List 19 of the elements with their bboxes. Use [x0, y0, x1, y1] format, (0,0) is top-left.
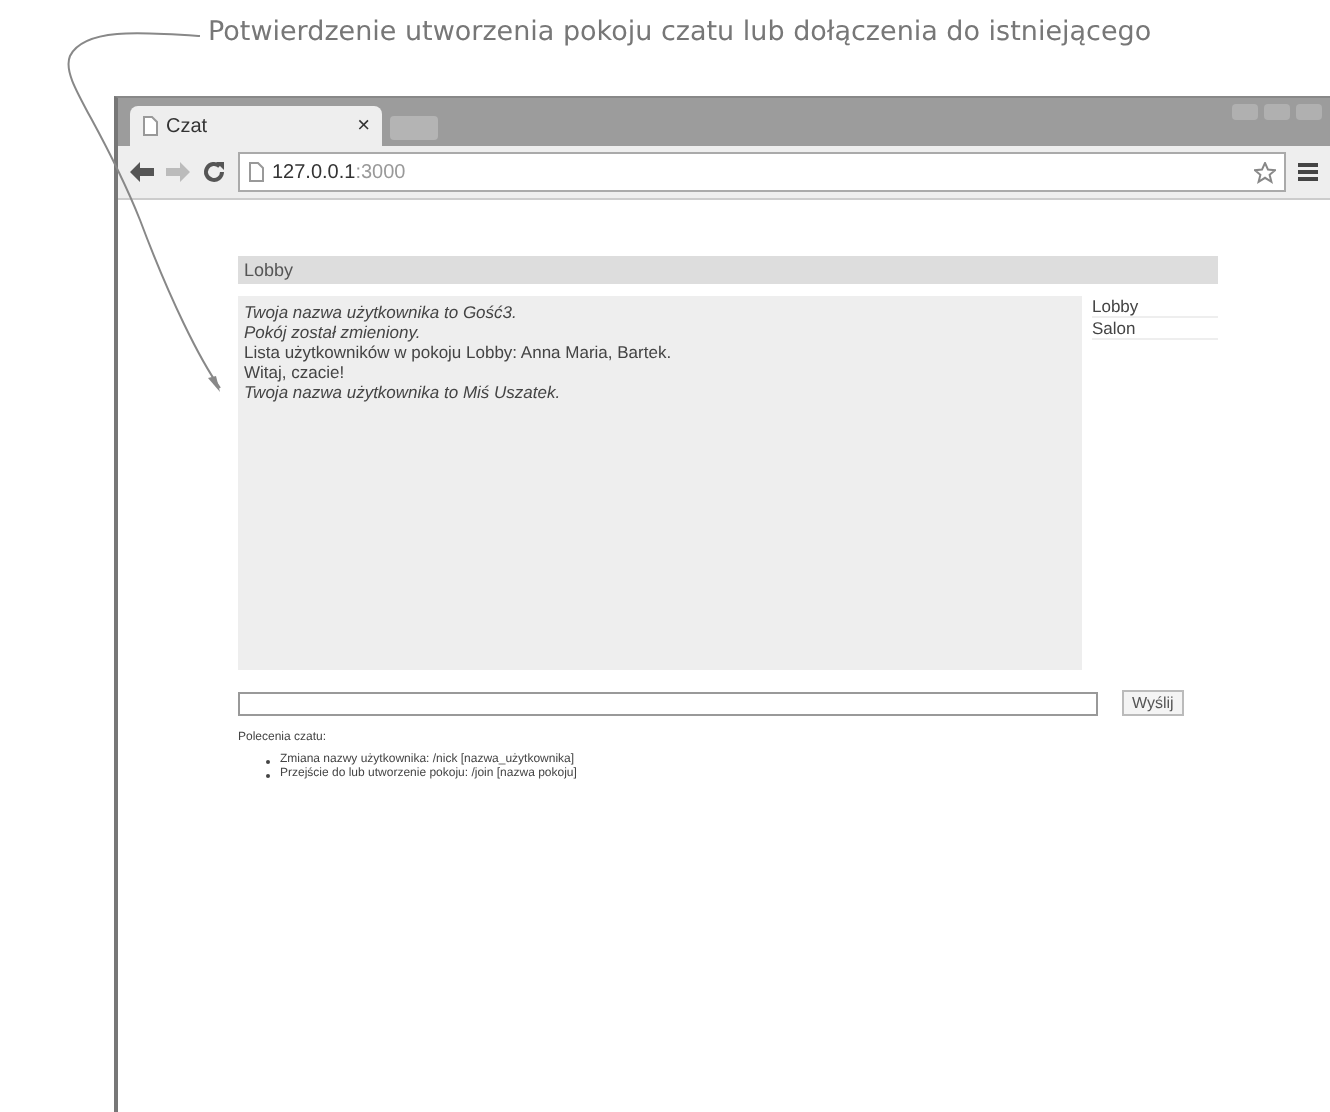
star-icon[interactable]: [1254, 161, 1276, 183]
chat-message: Witaj, czacie!: [244, 362, 347, 382]
reload-icon[interactable]: [202, 160, 226, 184]
browser-tab[interactable]: Czat ×: [130, 106, 382, 146]
room-header: Lobby: [238, 256, 1218, 284]
menu-icon[interactable]: [1298, 162, 1318, 182]
system-message: Twoja nazwa użytkownika to Gość3.: [244, 302, 519, 322]
chat-message: Lista użytkowników w pokoju Lobby: Anna Maria, Bartek.: [244, 342, 674, 362]
system-message: Pokój został zmieniony.: [244, 322, 423, 342]
page-icon: [248, 162, 264, 182]
back-icon[interactable]: [130, 162, 154, 182]
system-message: Twoja nazwa użytkownika to Miś Uszatek.: [244, 382, 563, 402]
annotation-text: Potwierdzenie utworzenia pokoju czatu lub dołączenia do istniejącego: [208, 16, 1152, 48]
send-button[interactable]: Wyślij: [1122, 690, 1184, 716]
room-item[interactable]: Lobby: [1092, 296, 1218, 318]
page-icon: [142, 116, 158, 136]
message-input[interactable]: [238, 691, 1098, 715]
address-bar[interactable]: 127.0.0.1:3000: [238, 152, 1286, 192]
room-item[interactable]: Salon: [1092, 318, 1218, 340]
